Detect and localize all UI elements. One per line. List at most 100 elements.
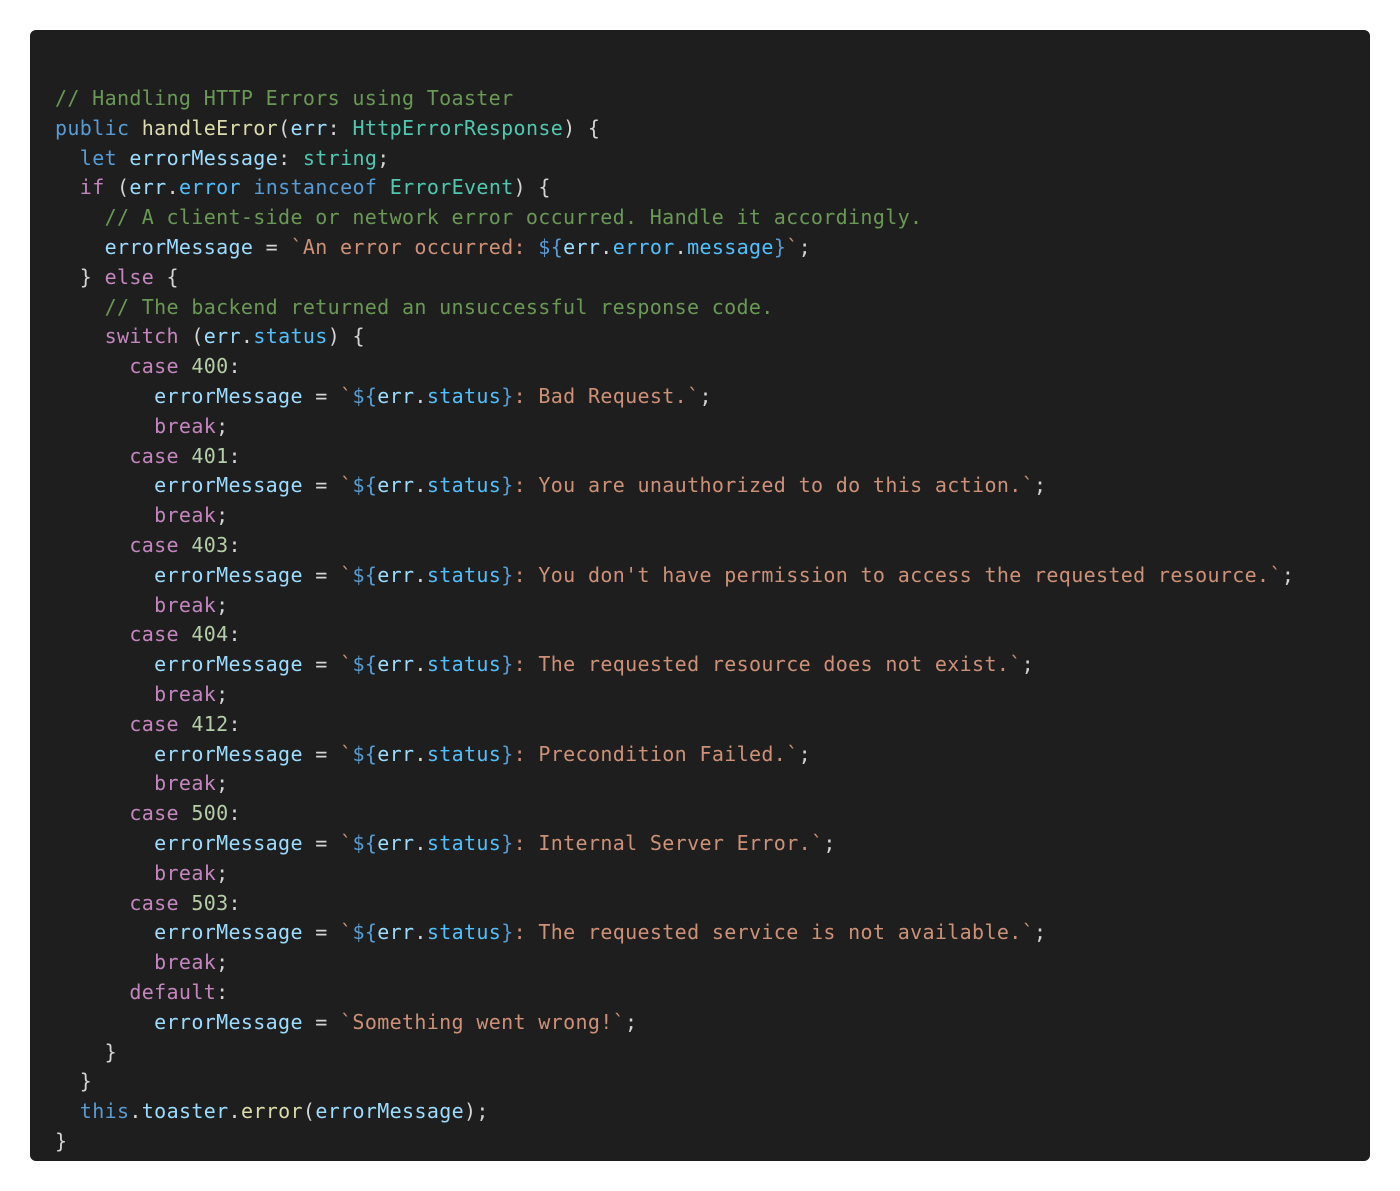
code-token: ${ <box>352 562 378 587</box>
code-token: } <box>501 741 514 766</box>
code-token: status <box>426 652 502 677</box>
code-line: if (err.error instanceof ErrorEvent) { <box>55 173 1370 203</box>
code-token: 500 <box>191 801 229 826</box>
code-token: ${ <box>352 830 378 855</box>
code-line: errorMessage = `${err.status}: The reque… <box>55 650 1370 680</box>
code-token: `An error occurred: <box>290 234 539 259</box>
code-token: ` <box>786 234 799 259</box>
code-line: break; <box>55 591 1370 621</box>
code-token: break <box>154 503 217 528</box>
code-token: ) { <box>563 115 601 140</box>
code-token: ; <box>377 145 390 170</box>
code-line: } <box>55 1067 1370 1097</box>
code-token: } <box>501 383 514 408</box>
code-token: errorMessage <box>154 920 303 945</box>
code-line: break; <box>55 501 1370 531</box>
code-line: errorMessage = `An error occurred: ${err… <box>55 233 1370 263</box>
code-line: case 401: <box>55 442 1370 472</box>
code-token: case <box>129 354 179 379</box>
code-token: : <box>228 711 241 736</box>
code-token: ` <box>340 830 353 855</box>
code-token: ; <box>798 741 811 766</box>
code-token: : <box>228 354 241 379</box>
code-token: err <box>290 115 328 140</box>
code-token: . <box>414 741 427 766</box>
code-line: this.toaster.error(errorMessage); <box>55 1097 1370 1127</box>
code-token: = <box>302 920 341 945</box>
code-token: public <box>55 115 130 140</box>
code-token: // Handling HTTP Errors using Toaster <box>55 86 514 110</box>
code-token: . <box>414 562 427 587</box>
code-token: = <box>302 562 341 587</box>
code-token: handleError <box>141 115 279 140</box>
code-token: err <box>377 562 415 587</box>
code-token: case <box>129 711 179 736</box>
code-token: { <box>154 264 179 289</box>
code-token: } <box>501 830 514 855</box>
code-token: . <box>129 1099 142 1124</box>
code-line: errorMessage = `${err.status}: The reque… <box>55 918 1370 948</box>
code-token: err <box>377 920 415 945</box>
code-token: errorMessage <box>154 562 303 587</box>
code-token: let <box>79 145 117 170</box>
code-token: : <box>216 979 229 1004</box>
code-token: ; <box>823 830 836 855</box>
code-token: errorMessage <box>154 741 303 766</box>
code-token: . <box>166 175 179 200</box>
code-token: . <box>414 830 427 855</box>
code-token: ; <box>1034 920 1047 945</box>
code-token: ErrorEvent <box>389 175 514 200</box>
code-token: . <box>228 1099 241 1124</box>
code-token: ; <box>1034 473 1047 498</box>
code-token: } <box>55 1128 68 1153</box>
code-token: ${ <box>352 473 378 498</box>
code-token: errorMessage <box>104 234 254 259</box>
code-line: } <box>55 1127 1370 1157</box>
code-token: ; <box>699 383 712 408</box>
code-token: 401 <box>191 443 229 468</box>
code-token: } <box>501 652 514 677</box>
code-token: . <box>414 652 427 677</box>
code-token: : <box>327 115 353 140</box>
code-token: . <box>674 234 688 259</box>
code-token: } <box>55 264 105 289</box>
code-token: 412 <box>191 711 229 736</box>
code-token: : <box>228 622 241 647</box>
code-token: toaster <box>141 1099 229 1124</box>
code-line: switch (err.status) { <box>55 322 1370 352</box>
code-line: case 400: <box>55 352 1370 382</box>
code-token: case <box>129 443 179 468</box>
code-token: errorMessage <box>154 652 303 677</box>
code-token: 503 <box>191 890 229 915</box>
code-token: : You don't have permission to access th… <box>513 562 1282 587</box>
code-token: = <box>302 741 341 766</box>
code-line: errorMessage = `Something went wrong!`; <box>55 1008 1370 1038</box>
code-token: break <box>154 771 217 796</box>
code-token: } <box>501 920 514 945</box>
code-token: errorMessage <box>315 1099 465 1124</box>
code-token: status <box>426 562 502 587</box>
code-line: // Handling HTTP Errors using Toaster <box>55 84 1370 114</box>
code-token: ; <box>216 681 229 706</box>
page: // Handling HTTP Errors using Toaster pub… <box>0 0 1400 1191</box>
code-token: err <box>377 652 415 677</box>
code-token: break <box>154 681 217 706</box>
code-token: } <box>501 473 514 498</box>
code-token: err <box>377 473 415 498</box>
